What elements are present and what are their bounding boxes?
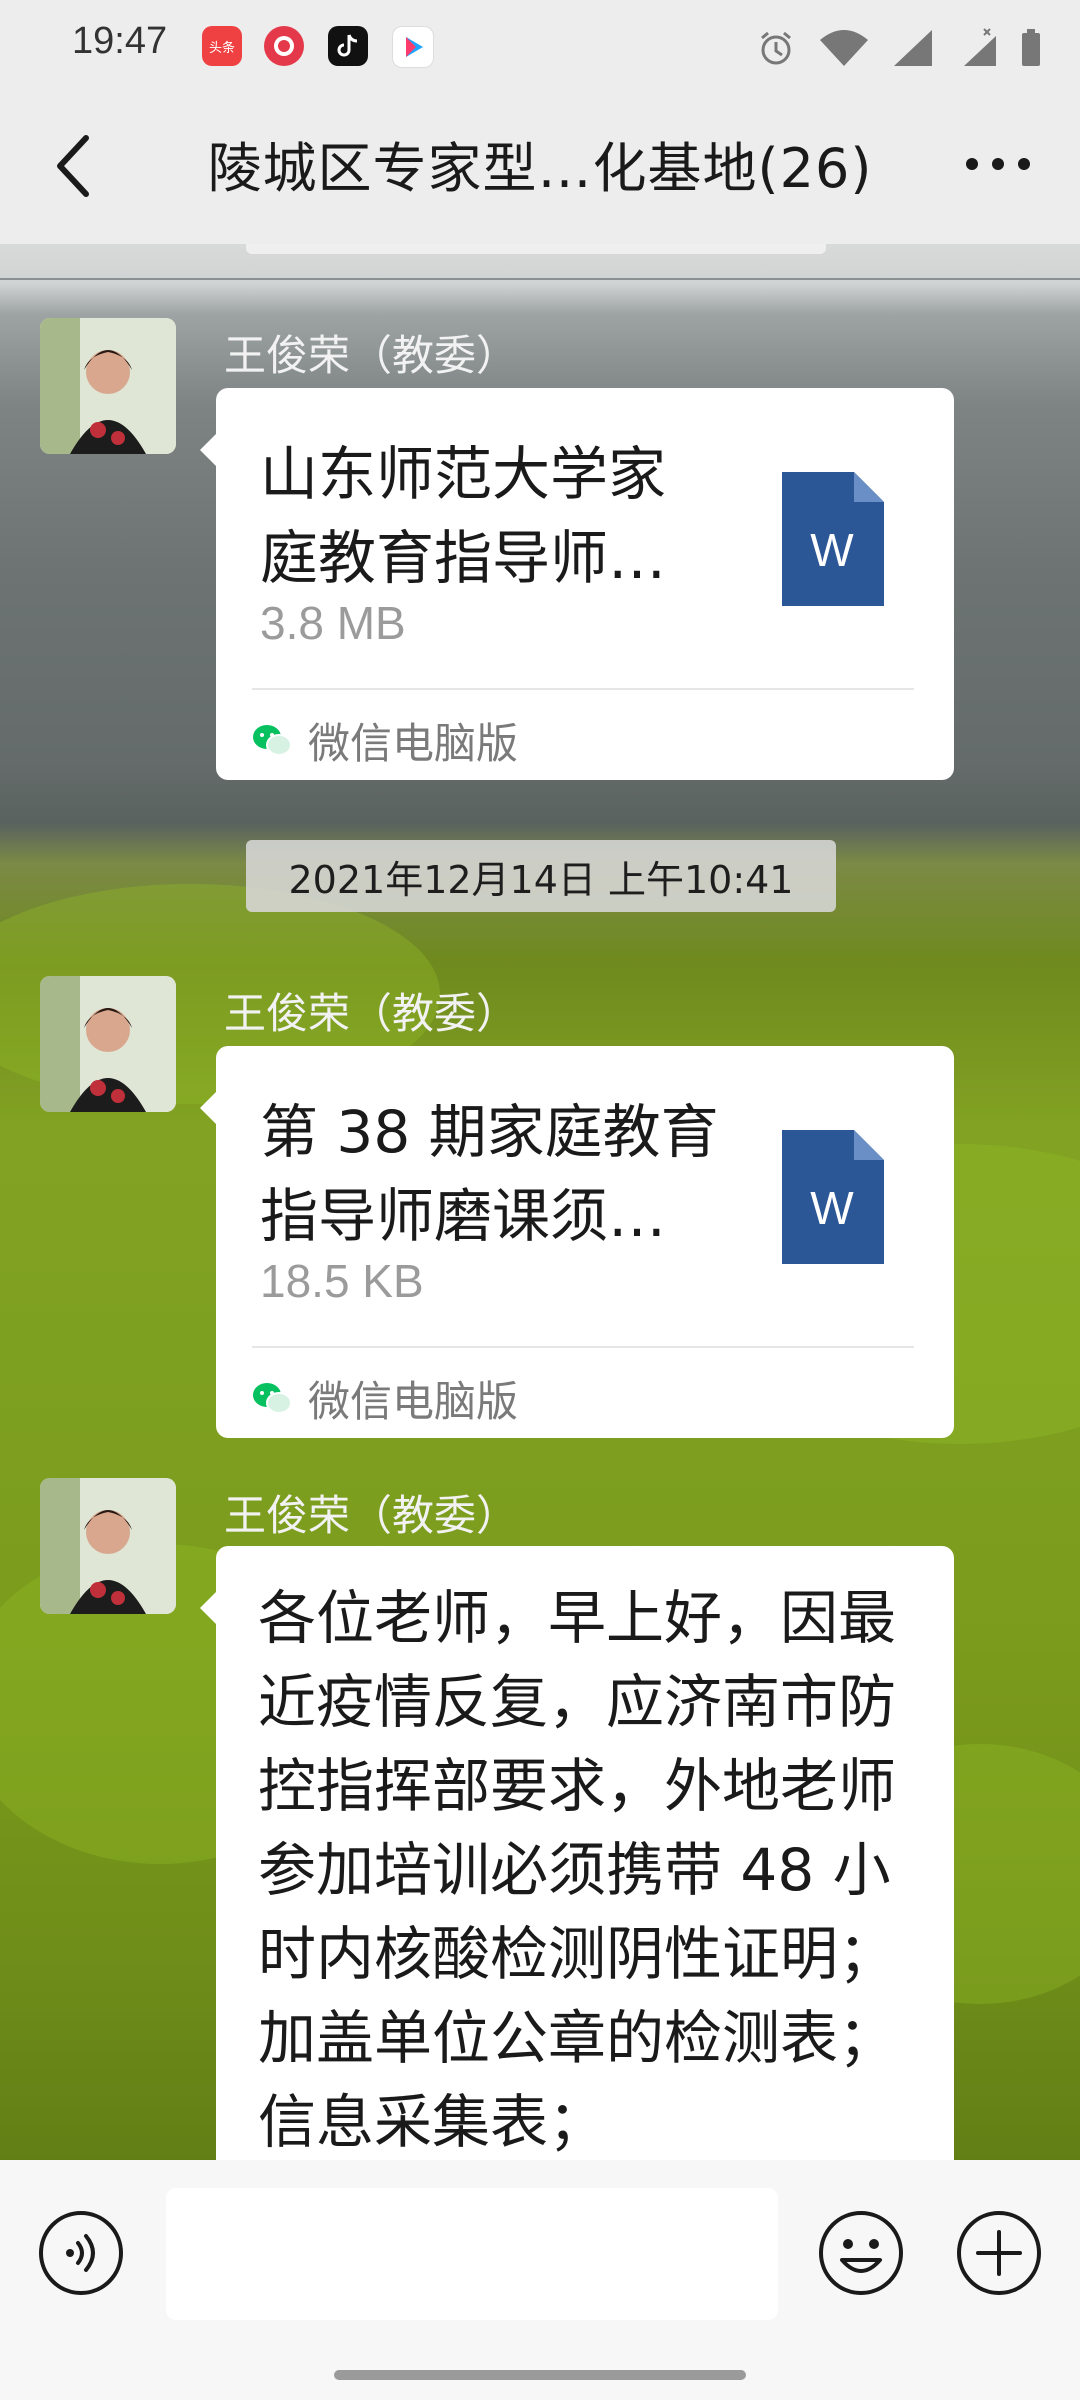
avatar[interactable] [40, 318, 176, 454]
file-source: 微信电脑版 [252, 1368, 518, 1428]
voice-button[interactable] [38, 2210, 124, 2296]
source-label: 微信电脑版 [308, 1376, 519, 1426]
word-doc-icon: W [782, 472, 884, 606]
bubble-tail [200, 1092, 216, 1124]
alarm-icon [761, 31, 791, 65]
status-time: 19:47 [72, 20, 168, 62]
word-doc-icon: W [782, 1130, 884, 1264]
battery-icon [1022, 29, 1040, 66]
file-name: 山东师范大学家庭教育指导师… [260, 440, 667, 592]
status-bar: 19:47 头条 [0, 0, 1080, 96]
youku-icon [392, 26, 434, 68]
voice-icon [39, 2211, 123, 2295]
file-source: 微信电脑版 [252, 710, 518, 770]
tiktok-icon [328, 26, 368, 66]
bubble-tail [200, 434, 216, 466]
wifi-icon [820, 30, 868, 66]
message-input[interactable] [166, 2188, 778, 2320]
file-message-bubble[interactable]: 第 38 期家庭教育指导师磨课须… 18.5 KB W 微信电脑版 [200, 1046, 954, 1438]
home-indicator[interactable] [334, 2370, 746, 2380]
divider [252, 688, 914, 690]
avatar[interactable] [40, 976, 176, 1112]
more-button[interactable] [958, 134, 1038, 194]
wechat-icon [253, 1383, 292, 1414]
sender-name: 王俊荣（教委） [224, 1491, 519, 1540]
file-size: 18.5 KB [260, 1255, 424, 1307]
svg-text:W: W [810, 1182, 854, 1234]
background-horizon [0, 278, 1080, 280]
chat-messages-area[interactable]: 王俊荣（教委） 山东师范大学家庭教育指导师… 3.8 MB W 微信电脑版 20… [0, 244, 1080, 2160]
wechat-icon [253, 725, 292, 756]
chat-header: 陵城区专家型…化基地(26) [0, 96, 1080, 244]
timestamp: 2021年12月14日 上午10:41 [246, 840, 836, 912]
plus-button[interactable] [956, 2210, 1042, 2296]
bubble-tail [200, 1592, 216, 1624]
text-message-bubble[interactable]: 各位老师，早上好，因最近疫情反复，应济南市防控指挥部要求，外地老师参加培训必须携… [200, 1546, 954, 2160]
sender-name: 王俊荣（教委） [224, 989, 519, 1038]
previous-message-edge [246, 244, 826, 254]
signal-x-icon [964, 28, 996, 66]
emoji-button[interactable] [818, 2210, 904, 2296]
avatar[interactable] [40, 1478, 176, 1614]
source-label: 微信电脑版 [308, 718, 519, 768]
chat-title: 陵城区专家型…化基地(26) [207, 137, 873, 200]
emoji-icon [819, 2211, 903, 2295]
sender-name: 王俊荣（教委） [224, 331, 519, 380]
more-dots-icon [966, 158, 1030, 170]
svg-text:W: W [810, 524, 854, 576]
signal-icon [894, 30, 932, 66]
file-name: 第 38 期家庭教育指导师磨课须… [260, 1098, 719, 1250]
file-message-bubble[interactable]: 山东师范大学家庭教育指导师… 3.8 MB W 微信电脑版 [200, 388, 954, 780]
weibo-like-icon [264, 26, 304, 66]
message-text: 各位老师，早上好，因最近疫情反复，应济南市防控指挥部要求，外地老师参加培训必须携… [258, 1584, 897, 2156]
input-bar [0, 2160, 1080, 2400]
divider [252, 1346, 914, 1348]
file-size: 3.8 MB [260, 597, 406, 649]
plus-icon [957, 2211, 1041, 2295]
toutiao-icon: 头条 [202, 26, 242, 66]
